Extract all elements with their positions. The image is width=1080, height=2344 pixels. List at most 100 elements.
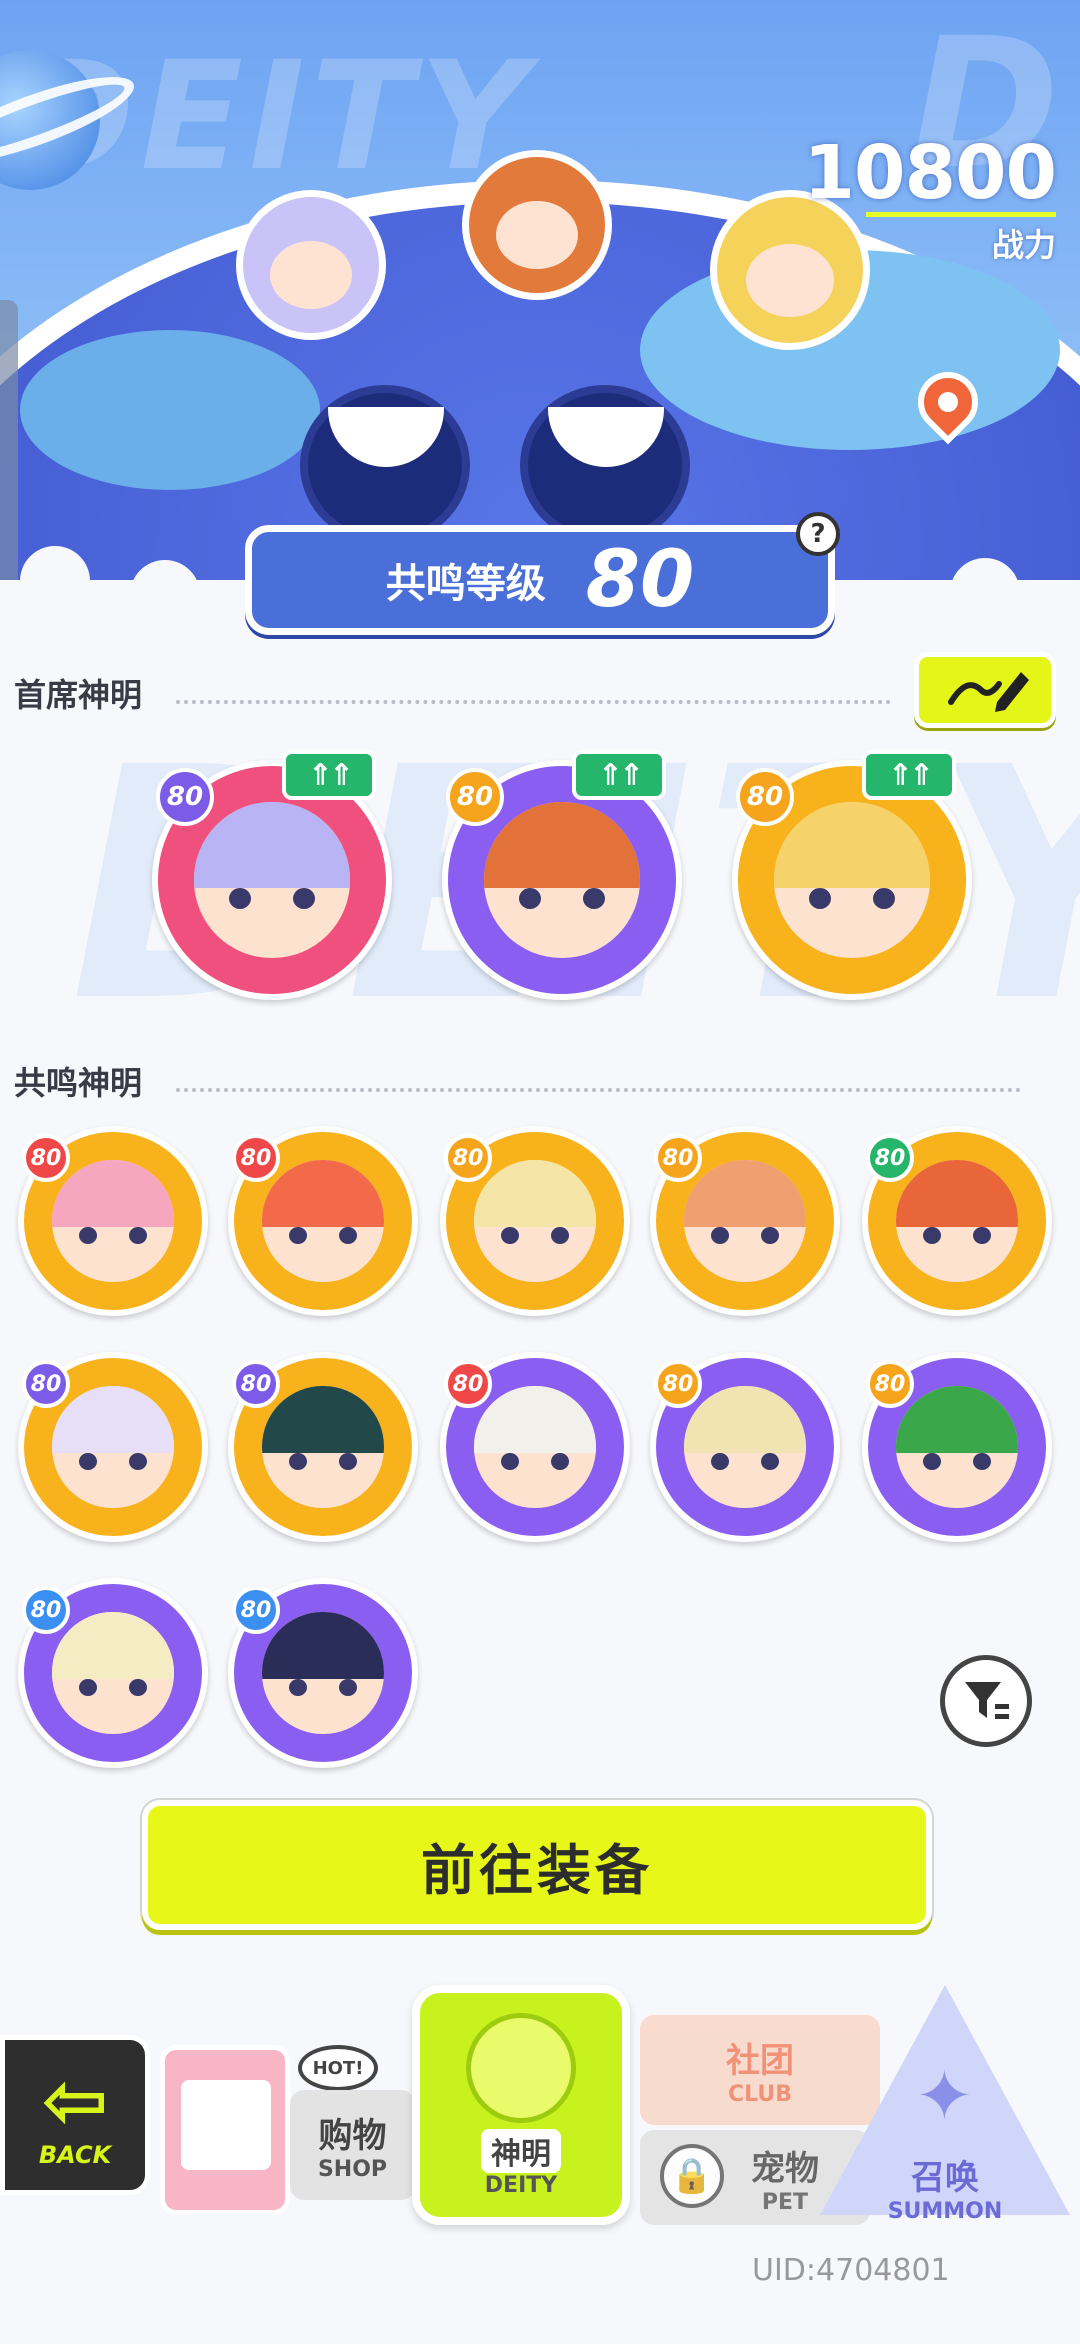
deity-portrait [774,802,930,958]
deity-hair [52,1612,174,1680]
resonance-deity-avatar[interactable]: 80 [228,1578,418,1768]
hot-badge: HOT! [298,2045,378,2091]
deity-eyes [289,1679,357,1696]
level-badge: 80 [444,1134,492,1182]
chief-deity-title: 首席神明 [14,676,143,714]
filter-button[interactable] [940,1655,1032,1747]
deity-portrait [262,1160,384,1282]
resonance-deity-avatar[interactable]: 80 [18,1126,208,1316]
level-badge: 80 [654,1360,702,1408]
deity-hair [262,1612,384,1680]
level-badge: 80 [156,768,214,826]
deity-hair [474,1160,596,1228]
bottom-nav: ⇦ BACK HOT! 购物 SHOP 神明 DEITY 社团 CLUB 🔒 宠… [0,1965,1080,2255]
deity-eyes [501,1453,569,1470]
deity-hair [474,1386,596,1454]
summon-label: 召唤 SUMMON [820,2150,1070,2224]
nav-summon[interactable]: ✦ 召唤 SUMMON [820,1985,1070,2225]
mascot-eye-right [520,385,690,545]
deity-hair [262,1160,384,1228]
section-divider [176,1088,1021,1092]
level-badge: 80 [866,1360,914,1408]
deity-eyes [228,887,316,910]
level-badge: 80 [736,768,794,826]
deity-eyes [289,1453,357,1470]
resonance-deity-avatar[interactable]: 80 [228,1352,418,1542]
deity-portrait [262,1612,384,1734]
deity-hair [684,1160,806,1228]
pencil-icon [948,672,1029,712]
deity-portrait [474,1160,596,1282]
deity-hair [262,1386,384,1454]
combat-power-underline [866,212,1056,217]
deity-portrait [684,1160,806,1282]
deity-portrait [52,1386,174,1508]
deity-portrait [896,1160,1018,1282]
resonance-deity-avatar[interactable]: 80 [18,1352,208,1542]
deity-eyes [711,1227,779,1244]
lock-icon: 🔒 [660,2144,724,2208]
club-label-zh: 社团 [726,2041,794,2081]
edit-button[interactable] [914,652,1056,728]
level-badge: 80 [232,1586,280,1634]
deity-hair [774,802,930,888]
mascot-eye-left [300,385,470,545]
pet-label-en: PET [761,2189,809,2215]
deity-portrait [194,802,350,958]
deity-hair [896,1160,1018,1228]
deity-portrait [484,802,640,958]
deity-hair [896,1386,1018,1454]
upgrade-arrow-icon: ⇑⇑ [862,750,956,800]
level-badge: 80 [22,1360,70,1408]
resonance-deity-avatar[interactable]: 80 [862,1352,1052,1542]
deity-eyes [923,1227,991,1244]
nav-shop[interactable]: HOT! 购物 SHOP [160,1995,415,2225]
vending-machine-icon [160,2045,290,2215]
resonance-deity-avatar[interactable]: 80 [862,1126,1052,1316]
help-icon[interactable]: ? [796,512,840,556]
level-badge: 80 [654,1134,702,1182]
chief-character-1[interactable] [236,190,386,340]
deity-label-en: DEITY [484,2172,558,2198]
deity-portrait [52,1612,174,1734]
back-label: BACK [38,2141,112,2169]
pet-label-zh: 宠物 [751,2148,819,2189]
upgrade-arrow-icon: ⇑⇑ [282,750,376,800]
deity-label-zh: 神明 [481,2128,561,2173]
back-button[interactable]: ⇦ BACK [0,2035,150,2195]
deity-hair [684,1386,806,1454]
back-arrow-icon: ⇦ [41,2054,109,2147]
resonance-deity-avatar[interactable]: 80 [440,1126,630,1316]
filter-icon [965,1682,1009,1719]
go-equip-button[interactable]: 前往装备 [142,1800,932,1930]
sparkle-icon: ✦ [915,2055,974,2137]
deity-eyes [79,1679,147,1696]
summon-label-zh: 召唤 [911,2158,979,2198]
resonance-deity-avatar[interactable]: 80 [228,1126,418,1316]
resonance-deity-avatar[interactable]: 80 [650,1352,840,1542]
deity-eyes [808,887,896,910]
combat-power-label: 战力 [991,226,1056,264]
deity-hair [194,802,350,888]
resonance-deity-avatar[interactable]: 80 [440,1352,630,1542]
deity-portrait [684,1386,806,1508]
level-badge: 80 [446,768,504,826]
deity-eyes [79,1453,147,1470]
deity-portrait [262,1386,384,1508]
section-divider [176,700,891,704]
deity-hair [52,1160,174,1228]
shop-label: 购物 SHOP [290,2090,415,2200]
deity-eyes [501,1227,569,1244]
deity-hair [52,1386,174,1454]
level-badge: 80 [232,1134,280,1182]
nav-deity[interactable]: 神明 DEITY [412,1985,630,2225]
chief-character-2[interactable] [462,150,612,300]
deity-hair [484,802,640,888]
deity-eyes [711,1453,779,1470]
resonance-deity-avatar[interactable]: 80 [650,1126,840,1316]
resonance-deity-avatar[interactable]: 80 [18,1578,208,1768]
level-badge: 80 [22,1134,70,1182]
resonance-level-value: 80 [585,535,695,625]
globe-land [20,330,320,490]
deity-eyes [518,887,606,910]
